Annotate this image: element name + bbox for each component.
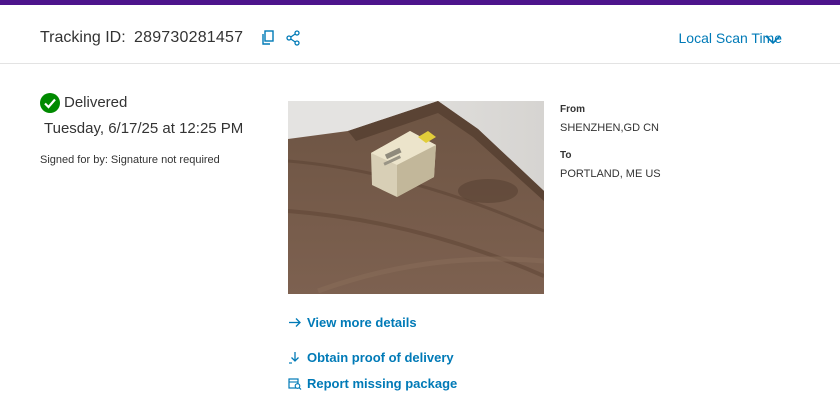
obtain-proof-of-delivery-label: Obtain proof of delivery: [307, 350, 454, 365]
package-search-icon: [288, 377, 302, 390]
status-label: Delivered: [64, 94, 128, 111]
tracking-header: Tracking ID: 289730281457 Local Scan Tim…: [0, 5, 840, 64]
view-more-details-link[interactable]: View more details: [288, 315, 417, 330]
delivery-photo: [288, 101, 544, 294]
delivery-date: Tuesday, 6/17/25 at 12:25 PM: [44, 120, 244, 137]
to-value: PORTLAND, ME US: [560, 168, 661, 180]
signed-for-text: Signed for by: Signature not required: [40, 154, 220, 166]
from-label: From: [560, 104, 585, 115]
from-value: SHENZHEN,GD CN: [560, 122, 660, 134]
check-circle-icon: [40, 93, 60, 113]
to-label: To: [560, 150, 572, 161]
view-more-details-label: View more details: [307, 315, 417, 330]
share-icon[interactable]: [286, 30, 300, 46]
arrow-right-icon: [288, 316, 302, 329]
tracking-id-label: Tracking ID:: [40, 29, 126, 46]
download-icon: [288, 351, 302, 364]
tracking-id-value: 289730281457: [134, 29, 244, 46]
chevron-down-icon[interactable]: [765, 32, 781, 45]
copy-icon[interactable]: [261, 30, 275, 46]
report-missing-package-link[interactable]: Report missing package: [288, 376, 457, 391]
obtain-proof-of-delivery-link[interactable]: Obtain proof of delivery: [288, 350, 454, 365]
report-missing-package-label: Report missing package: [307, 376, 458, 391]
